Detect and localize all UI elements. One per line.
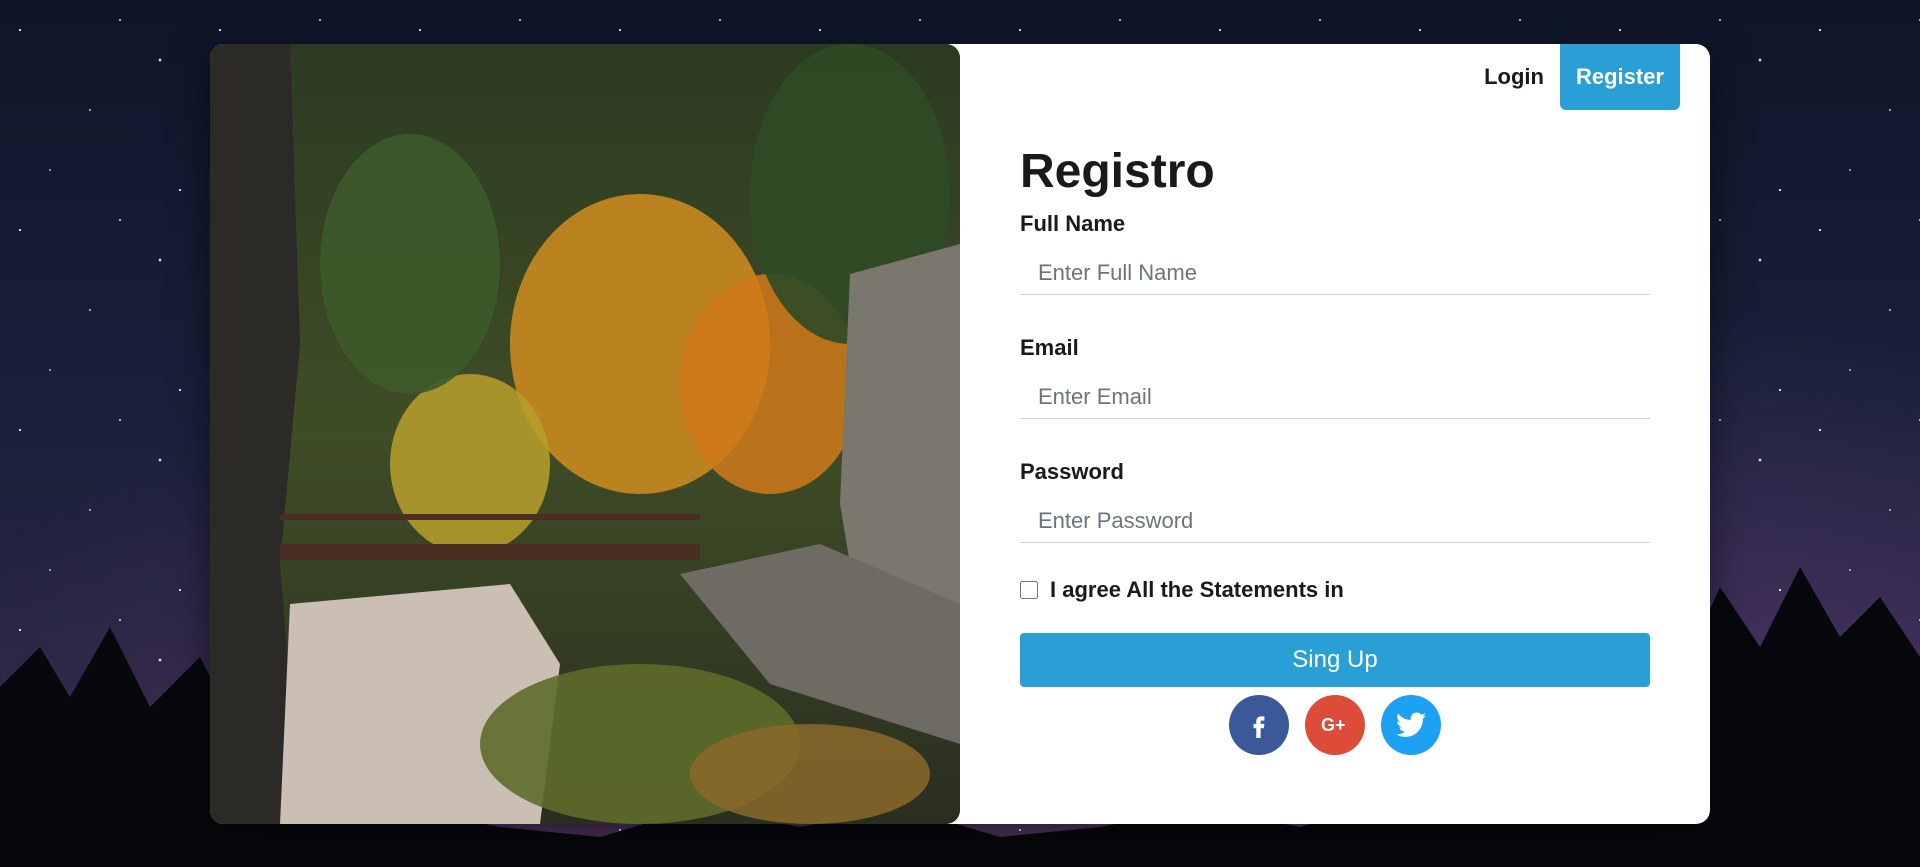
terms-agreement: I agree All the Statements in	[1020, 577, 1650, 603]
email-label: Email	[1020, 335, 1079, 360]
password-label: Password	[1020, 459, 1124, 484]
google-plus-button[interactable]: G+	[1305, 695, 1365, 755]
social-login-buttons: G+	[1020, 695, 1650, 755]
register-form: Registro Full Name Email Password I agre…	[1020, 144, 1650, 755]
forest-river-photo	[210, 44, 960, 824]
terms-checkbox[interactable]	[1020, 581, 1038, 599]
form-panel: Login Register Registro Full Name Email …	[960, 44, 1710, 824]
top-nav: Login Register	[1468, 44, 1680, 110]
forest-landscape-image	[210, 44, 960, 824]
email-input[interactable]	[1020, 375, 1650, 419]
page-title: Registro	[1020, 145, 1215, 198]
full-name-label: Full Name	[1020, 211, 1126, 236]
twitter-button[interactable]	[1381, 695, 1441, 755]
password-input[interactable]	[1020, 499, 1650, 543]
facebook-button[interactable]	[1229, 695, 1289, 755]
full-name-input[interactable]	[1020, 251, 1650, 295]
svg-text:G+: G+	[1321, 715, 1346, 735]
register-card: Login Register Registro Full Name Email …	[210, 44, 1710, 824]
google-plus-icon: G+	[1321, 715, 1346, 735]
nav-register-link[interactable]: Register	[1559, 44, 1680, 110]
facebook-icon	[1253, 716, 1265, 738]
sign-up-button[interactable]: Sing Up	[1020, 633, 1650, 687]
twitter-icon	[1396, 712, 1426, 737]
terms-label: I agree All the Statements in	[1050, 577, 1344, 602]
nav-login-link[interactable]: Login	[1468, 64, 1560, 90]
